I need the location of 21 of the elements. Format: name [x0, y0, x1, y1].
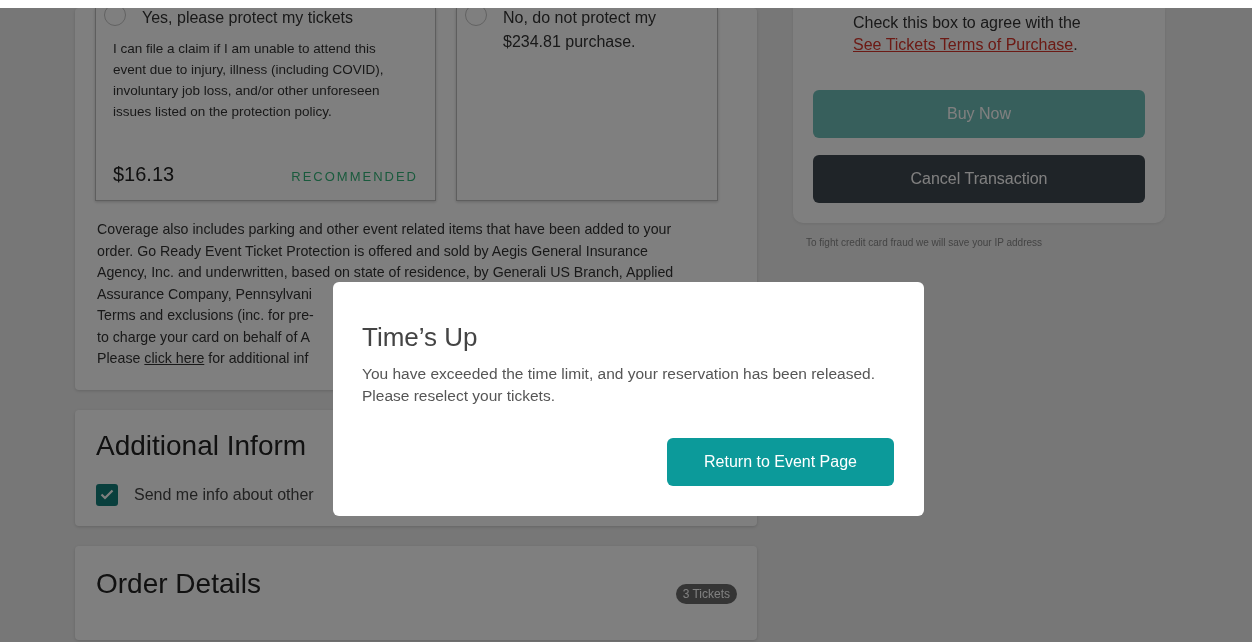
checkbox[interactable]: [96, 483, 118, 506]
click-here-link[interactable]: click here: [144, 350, 205, 366]
recommended-label: RECOMMENDED: [291, 169, 418, 184]
section-title: Order Details: [96, 567, 261, 600]
checkbox-label: Send me info about other: [134, 485, 314, 504]
price: $16.13: [113, 163, 175, 186]
return-button[interactable]: Return to Event Page: [667, 438, 894, 486]
option-title: No, do not protect my $234.81 purchase.: [503, 8, 657, 52]
agree-text: Check this box to agree with the See Tickets Terms of Purchase.: [853, 13, 1082, 55]
option-card[interactable]: No, do not protect my $234.81 purchase.: [456, 8, 718, 201]
option-title: Yes, please protect my tickets: [142, 8, 354, 28]
check-icon: [100, 489, 114, 500]
ticket-count-badge: 3 Tickets: [675, 583, 737, 604]
option-card[interactable]: [95, 8, 436, 201]
terms-link[interactable]: See Tickets Terms of Purchase: [853, 36, 1074, 53]
option-description: I can file a claim if I am unable to attend this event due to injury, illness (including COVID), involuntary job loss, and/or other unforeseen issues listed on the protection policy.: [113, 40, 385, 121]
modal-title: Time’s Up: [362, 322, 479, 353]
radio-button[interactable]: [104, 8, 126, 26]
radio-button[interactable]: [465, 8, 487, 26]
modal-message: You have exceeded the time limit, and your reservation has been released. Please reselect your tickets.: [362, 364, 876, 406]
cancel-button[interactable]: Cancel Transaction: [813, 155, 1145, 203]
